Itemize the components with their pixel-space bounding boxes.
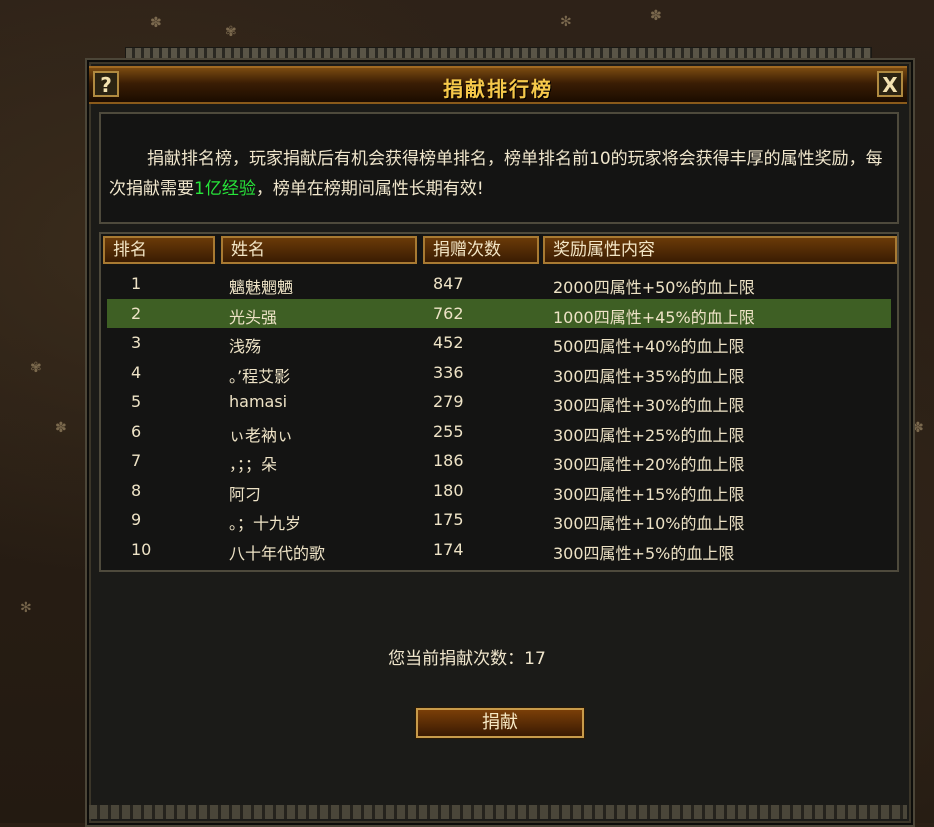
current-donation-count: 您当前捐献次数：17 xyxy=(0,644,934,669)
reward-cell: 300四属性+10%的血上限 xyxy=(553,514,745,533)
close-button[interactable]: X xyxy=(877,71,903,97)
donate-button[interactable]: 捐献 xyxy=(416,708,584,738)
close-icon: X xyxy=(882,73,898,97)
name-cell: 八十年代的歌 xyxy=(229,543,326,563)
rank-cell: 9 xyxy=(131,510,142,529)
rank-cell: 6 xyxy=(131,421,142,441)
table-row[interactable]: 10 八十年代的歌 174 300四属性+5%的血上限 xyxy=(107,535,891,565)
reward-cell: 300四属性+5%的血上限 xyxy=(553,543,735,563)
table-body: 1 魑魅魍魉 847 2000四属性+50%的血上限 2 光头强 762 1000四属性+45… xyxy=(107,269,891,564)
name-cell: 浅殇 xyxy=(229,337,262,356)
name-cell: hamasi xyxy=(229,392,288,411)
name-cell: 光头强 xyxy=(229,307,278,327)
rank-cell: 8 xyxy=(131,480,142,500)
intro-text: 捐献排名榜，玩家捐献后有机会获得榜单排名，榜单排名前10的玩家将会获得丰厚的属性… xyxy=(109,144,894,204)
dialog-titlebar[interactable]: ? 捐献排行榜 X xyxy=(89,66,907,104)
reward-cell: 2000四属性+50%的血上限 xyxy=(553,278,755,297)
table-row[interactable]: 6 ぃ老衲ぃ 255 300四属性+25%的血上限 xyxy=(107,417,891,447)
reward-cell: 300四属性+15%的血上限 xyxy=(553,484,745,504)
table-row[interactable]: 2 光头强 762 1000四属性+45%的血上限 xyxy=(107,298,891,328)
background-decoration: ✽ xyxy=(150,15,162,31)
count-cell: 762 xyxy=(433,303,464,323)
name-cell: 魑魅魍魉 xyxy=(229,278,294,297)
background-decoration: ✻ xyxy=(20,600,32,616)
table-header: 排名 姓名 捐赠次数 奖励属性内容 xyxy=(101,234,897,266)
count-cell: 336 xyxy=(433,362,464,382)
reward-cell: 300四属性+30%的血上限 xyxy=(553,396,745,415)
name-cell: ぃ老衲ぃ xyxy=(229,425,294,445)
name-cell: ，；；朵 xyxy=(229,455,278,474)
intro-highlight-cost: 1亿经验 xyxy=(194,179,256,199)
table-row[interactable]: 9 。；十九岁 175 300四属性+10%的血上限 xyxy=(107,505,891,535)
count-cell: 180 xyxy=(433,480,464,500)
table-row[interactable]: 5 hamasi 279 300四属性+30%的血上限 xyxy=(107,387,891,417)
header-name: 姓名 xyxy=(221,236,417,264)
rank-cell: 5 xyxy=(131,392,142,411)
table-row[interactable]: 7 ，；；朵 186 300四属性+20%的血上限 xyxy=(107,446,891,476)
intro-box: 捐献排名榜，玩家捐献后有机会获得榜单排名，榜单排名前10的玩家将会获得丰厚的属性… xyxy=(99,112,899,224)
rank-cell: 10 xyxy=(131,539,152,559)
table-row[interactable]: 1 魑魅魍魉 847 2000四属性+50%的血上限 xyxy=(107,269,891,299)
count-cell: 847 xyxy=(433,274,464,293)
background-decoration: ✻ xyxy=(560,14,572,30)
name-cell: 。’程艾影 xyxy=(229,366,291,386)
rank-cell: 3 xyxy=(131,333,142,352)
count-cell: 174 xyxy=(433,539,464,559)
rank-cell: 1 xyxy=(131,274,142,293)
dialog-title: 捐献排行榜 xyxy=(443,77,553,101)
dialog-bottom-ornament xyxy=(89,805,907,819)
count-cell: 255 xyxy=(433,421,464,441)
reward-cell: 300四属性+20%的血上限 xyxy=(553,455,745,474)
reward-cell: 300四属性+35%的血上限 xyxy=(553,366,745,386)
rank-cell: 2 xyxy=(131,303,142,323)
header-count: 捐赠次数 xyxy=(423,236,539,264)
rank-cell: 7 xyxy=(131,451,142,470)
ranking-table: 排名 姓名 捐赠次数 奖励属性内容 1 魑魅魍魉 847 2000四属性+50%的血上… xyxy=(99,232,899,572)
name-cell: 。；十九岁 xyxy=(229,514,302,533)
header-reward: 奖励属性内容 xyxy=(543,236,897,264)
table-row[interactable]: 3 浅殇 452 500四属性+40%的血上限 xyxy=(107,328,891,358)
rank-cell: 4 xyxy=(131,362,142,382)
table-row[interactable]: 4 。’程艾影 336 300四属性+35%的血上限 xyxy=(107,358,891,388)
background-decoration: ✽ xyxy=(55,420,67,436)
reward-cell: 300四属性+25%的血上限 xyxy=(553,425,745,445)
background-decoration: ✾ xyxy=(225,24,237,40)
header-rank: 排名 xyxy=(103,236,215,264)
reward-cell: 1000四属性+45%的血上限 xyxy=(553,307,755,327)
count-cell: 175 xyxy=(433,510,464,529)
background-decoration: ✽ xyxy=(650,8,662,24)
reward-cell: 500四属性+40%的血上限 xyxy=(553,337,745,356)
current-donation-label: 您当前捐献次数： xyxy=(388,649,525,669)
count-cell: 279 xyxy=(433,392,464,411)
intro-text-after: ，榜单在榜期间属性长期有效! xyxy=(255,179,484,199)
name-cell: 阿刁 xyxy=(229,484,262,504)
count-cell: 186 xyxy=(433,451,464,470)
current-donation-value: 17 xyxy=(524,649,546,669)
background-decoration: ✾ xyxy=(30,360,42,376)
table-row[interactable]: 8 阿刁 180 300四属性+15%的血上限 xyxy=(107,476,891,506)
count-cell: 452 xyxy=(433,333,464,352)
